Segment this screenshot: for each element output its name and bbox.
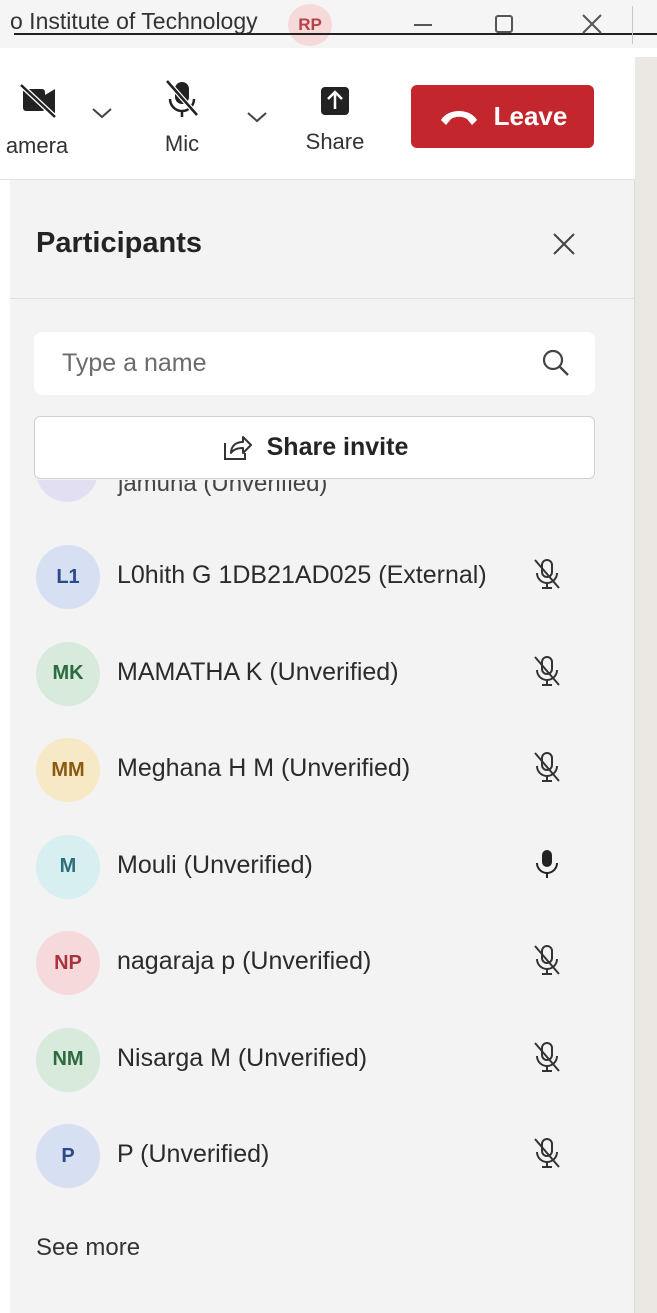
participant-row[interactable]: M Mouli (Unverified) [10, 818, 634, 914]
search-icon[interactable] [541, 348, 571, 378]
mic-off-icon [534, 752, 560, 782]
leave-label: Leave [493, 101, 568, 131]
participant-name: Mouli (Unverified) [117, 850, 313, 879]
search-input[interactable] [60, 348, 524, 379]
camera-off-icon [19, 83, 57, 119]
participant-row[interactable]: P P (Unverified) [10, 1107, 634, 1203]
organization-name: o Institute of Technology [10, 8, 258, 34]
participant-name: jamuna (Unverified) [118, 480, 328, 497]
avatar: P [36, 1124, 100, 1188]
avatar: MK [36, 641, 100, 706]
share-label: Share [305, 129, 365, 154]
maximize-button[interactable] [484, 6, 524, 42]
participant-row[interactable]: L1 L0hith G 1DB21AD025 (External) [10, 528, 634, 624]
mic-muted-indicator [532, 654, 562, 693]
participant-row[interactable]: MK MAMATHA K (Unverified) [10, 625, 634, 721]
chevron-down-icon [247, 112, 267, 123]
mic-muted-indicator [532, 557, 562, 596]
mic-muted-indicator [532, 943, 562, 982]
minimize-icon [414, 24, 432, 26]
participant-name: Meghana H M (Unverified) [117, 754, 411, 782]
participant-name: L0hith G 1DB21AD025 (External) [117, 561, 487, 589]
avatar: NP [36, 931, 100, 995]
participant-name: nagaraja p (Unverified) [117, 947, 372, 975]
close-window-button[interactable] [572, 6, 612, 42]
avatar: MM [36, 738, 100, 802]
share-icon [223, 435, 252, 460]
mic-off-icon [534, 1138, 560, 1168]
mic-off-icon [534, 1041, 560, 1072]
mic-options-button[interactable] [245, 109, 269, 130]
camera-label: amera [5, 133, 69, 158]
camera-button[interactable]: amera [0, 81, 82, 159]
mic-off-icon [534, 559, 560, 589]
mic-muted-indicator [532, 1136, 562, 1175]
account-avatar[interactable]: RP [288, 4, 332, 46]
mic-off-icon [165, 79, 199, 117]
avatar: L1 [36, 545, 100, 609]
chevron-down-icon [92, 108, 112, 119]
mic-label: Mic [164, 131, 200, 156]
avatar: NM [36, 1027, 100, 1092]
participant-search [34, 332, 595, 395]
participant-name: Nisarga M (Unverified) [117, 1043, 368, 1072]
share-screen-icon [321, 87, 349, 115]
close-panel-button[interactable] [544, 224, 584, 264]
minimize-button[interactable] [403, 6, 443, 42]
camera-options-button[interactable] [90, 105, 114, 126]
participant-row[interactable]: NP nagaraja p (Unverified) [10, 914, 634, 1010]
avatar: M [36, 834, 100, 899]
mic-muted-indicator [532, 750, 562, 789]
share-invite-button[interactable]: Share invite [34, 416, 595, 479]
participant-list: jamuna (Unverified) L1 L0hith G 1DB21AD02… [10, 480, 634, 1270]
mic-off-icon [534, 945, 560, 975]
participant-name: MAMATHA K (Unverified) [117, 657, 399, 686]
avatar [36, 480, 98, 502]
window-titlebar: o Institute of Technology RP [0, 0, 657, 48]
hang-up-icon [440, 110, 477, 125]
participants-panel: Participants Share invite jamuna (Unveri… [10, 180, 635, 1313]
mic-button[interactable]: Mic [152, 77, 212, 157]
window-divider [632, 6, 633, 44]
meeting-stage-edge [635, 57, 657, 1313]
participant-name: P (Unverified) [117, 1140, 270, 1168]
mic-muted-indicator [532, 1040, 562, 1079]
mic-off-icon [534, 655, 560, 686]
maximize-icon [495, 15, 513, 33]
close-icon [553, 233, 575, 255]
panel-title: Participants [36, 227, 202, 259]
participant-row[interactable]: NM Nisarga M (Unverified) [10, 1011, 634, 1107]
leave-button[interactable]: Leave [411, 85, 594, 148]
panel-header: Participants [10, 180, 634, 299]
mic-icon [536, 849, 558, 878]
mic-active-indicator [532, 847, 562, 886]
see-more-link[interactable]: See more [36, 1234, 140, 1262]
close-icon [582, 14, 602, 34]
share-button[interactable]: Share [300, 83, 370, 155]
titlebar-rule [14, 33, 657, 35]
meeting-toolbar: amera Mic Share Leave [0, 57, 635, 180]
participant-row[interactable]: MM Meghana H M (Unverified) [10, 721, 634, 817]
share-invite-label: Share invite [266, 433, 409, 461]
